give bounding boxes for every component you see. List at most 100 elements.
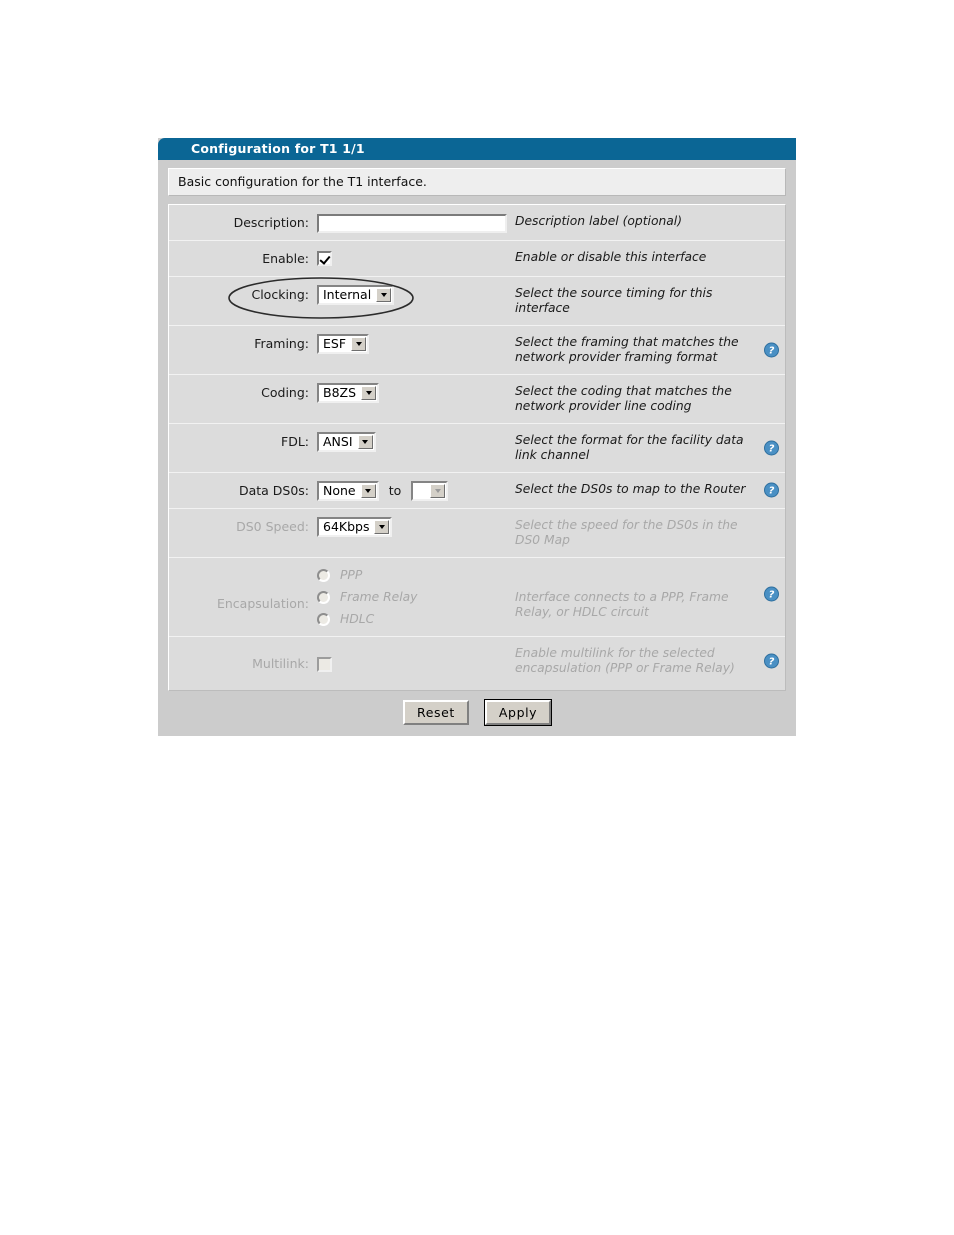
svg-text:?: ? [769,346,775,357]
data-ds0s-from-value: None [323,482,356,498]
ds0-speed-help-text: Select the speed for the DS0s in the DS0… [515,509,785,557]
data-ds0s-help-label: Select the DS0s to map to the Router [515,482,746,496]
fdl-label: FDL: [281,434,309,449]
row-framing: Framing: ESF Select the framing that mat… [169,326,785,375]
row-ds0-speed: DS0 Speed: 64Kbps Select the speed for t… [169,509,785,558]
reset-button[interactable]: Reset [402,700,469,725]
encapsulation-option-hdlc-label: HDLC [340,612,375,626]
encapsulation-option-ppp-label: PPP [340,568,363,582]
row-data-ds0s: Data DS0s: None to Select the DS0s to ma… [169,473,785,509]
configuration-form: Description: Description label (optional… [168,204,786,691]
help-question-icon[interactable]: ? [764,653,779,669]
encapsulation-help-text: Interface connects to a PPP, Frame Relay… [515,558,785,629]
configuration-panel: Configuration for T1 1/1 Basic configura… [158,138,796,736]
fdl-control: ANSI [317,424,515,459]
chevron-down-icon[interactable] [351,336,367,351]
description-control [317,205,515,240]
description-help-text: Description label (optional) [515,205,785,238]
coding-help-text: Select the coding that matches the netwo… [515,375,785,423]
enable-help-label: Enable or disable this interface [515,250,707,264]
encapsulation-help-label: Interface connects to a PPP, Frame Relay… [515,590,729,619]
multilink-label: Multilink: [252,656,309,671]
svg-text:?: ? [769,657,775,668]
apply-button[interactable]: Apply [484,699,553,726]
multilink-help-text: Enable multilink for the selected encaps… [515,637,785,685]
framing-label: Framing: [254,336,309,351]
framing-select-value: ESF [323,335,347,351]
fdl-select-value: ANSI [323,433,353,449]
help-question-icon[interactable]: ? [764,586,779,601]
enable-label: Enable: [262,251,309,266]
coding-select[interactable]: B8ZS [317,382,380,403]
coding-help-label: Select the coding that matches the netwo… [515,384,732,413]
description-input[interactable] [317,213,507,233]
chevron-down-icon[interactable] [357,434,373,449]
multilink-help-label: Enable multilink for the selected encaps… [515,646,735,675]
data-ds0s-separator: to [388,483,402,498]
multilink-checkbox[interactable] [317,657,332,672]
clocking-select[interactable]: Internal [317,284,395,305]
radio-icon[interactable] [317,590,330,604]
svg-text:?: ? [769,589,775,600]
svg-text:?: ? [769,485,775,496]
row-description: Description: Description label (optional… [169,205,785,241]
clocking-help-text: Select the source timing for this interf… [515,277,785,325]
fdl-help-text: Select the format for the facility data … [515,424,785,472]
framing-control: ESF [317,326,515,361]
data-ds0s-control: None to [317,473,515,508]
encapsulation-option-hdlc[interactable]: HDLC [317,612,515,626]
chevron-down-icon[interactable] [360,483,376,498]
data-ds0s-help-text: Select the DS0s to map to the Router ? [515,473,785,506]
svg-text:?: ? [769,444,775,455]
help-question-icon[interactable]: ? [764,440,779,456]
chevron-down-icon[interactable] [374,519,390,534]
encapsulation-option-frame-relay-label: Frame Relay [340,590,418,604]
description-help-label: Description label (optional) [515,214,683,228]
data-ds0s-label: Data DS0s: [238,483,309,498]
panel-body: Basic configuration for the T1 interface… [158,160,796,691]
ds0-speed-label: DS0 Speed: [236,519,309,534]
ds0-speed-control: 64Kbps [317,509,515,544]
chevron-down-icon[interactable] [430,483,446,498]
encapsulation-control: PPP Frame Relay HDLC [317,558,515,636]
data-ds0s-from-select[interactable]: None [317,480,379,501]
framing-help-label: Select the framing that matches the netw… [515,335,739,364]
panel-title: Configuration for T1 1/1 [158,138,796,160]
ds0-speed-select[interactable]: 64Kbps [317,516,393,537]
enable-control [317,241,515,274]
form-footer: Reset Apply [158,691,796,736]
row-enable: Enable: Enable or disable this interface [169,241,785,277]
data-ds0s-to-select[interactable] [411,480,449,501]
radio-icon[interactable] [317,568,330,582]
encapsulation-label: Encapsulation: [216,596,309,611]
enable-checkbox[interactable] [317,251,332,266]
help-question-icon[interactable]: ? [764,482,779,497]
data-ds0s-to-value [413,483,430,499]
clocking-label: Clocking: [251,287,309,302]
panel-subtitle: Basic configuration for the T1 interface… [168,168,786,196]
coding-label: Coding: [261,385,309,400]
help-question-icon[interactable]: ? [764,342,779,358]
fdl-select[interactable]: ANSI [317,431,376,452]
encapsulation-option-frame-relay[interactable]: Frame Relay [317,590,515,604]
chevron-down-icon[interactable] [376,287,392,302]
ds0-speed-help-label: Select the speed for the DS0s in the DS0… [515,518,738,547]
clocking-control: Internal [317,277,515,312]
framing-select[interactable]: ESF [317,333,370,354]
row-fdl: FDL: ANSI Select the format for the faci… [169,424,785,473]
clocking-select-value: Internal [323,286,372,302]
multilink-control [317,637,515,690]
framing-help-text: Select the framing that matches the netw… [515,326,785,374]
row-clocking: Clocking: Internal Select the source tim… [169,277,785,326]
clocking-help-label: Select the source timing for this interf… [515,286,713,315]
radio-icon[interactable] [317,612,330,626]
row-coding: Coding: B8ZS Select the coding that matc… [169,375,785,424]
enable-help-text: Enable or disable this interface [515,241,785,274]
fdl-help-label: Select the format for the facility data … [515,433,744,462]
row-encapsulation: Encapsulation: PPP Frame Relay HDLC Inte… [169,558,785,637]
chevron-down-icon[interactable] [361,385,377,400]
encapsulation-option-ppp[interactable]: PPP [317,568,515,582]
row-multilink: Multilink: Enable multilink for the sele… [169,637,785,690]
ds0-speed-select-value: 64Kbps [323,518,370,534]
coding-control: B8ZS [317,375,515,410]
